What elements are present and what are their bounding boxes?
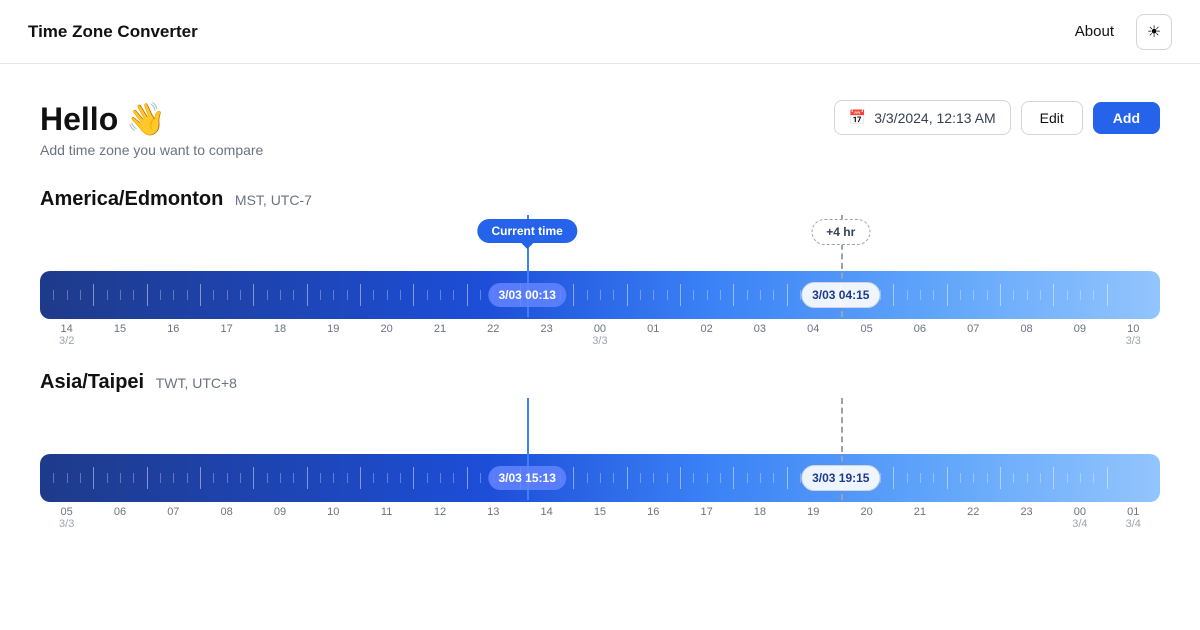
time-label: 22 bbox=[947, 506, 1000, 530]
time-label: 13 bbox=[467, 506, 520, 530]
time-label: 06 bbox=[893, 323, 946, 347]
greeting-text: Hello bbox=[40, 101, 118, 138]
tz-abbr-edmonton: MST, UTC-7 bbox=[235, 192, 312, 208]
time-label: 16 bbox=[147, 323, 200, 347]
main-content: Hello 👋 Add time zone you want to compar… bbox=[0, 64, 1200, 530]
time-label: 143/2 bbox=[40, 323, 93, 347]
edit-button[interactable]: Edit bbox=[1021, 101, 1083, 135]
time-label: 12 bbox=[413, 506, 466, 530]
app-header: Time Zone Converter About ☀ bbox=[0, 0, 1200, 64]
time-label: 10 bbox=[307, 506, 360, 530]
time-label: 103/3 bbox=[1107, 323, 1160, 347]
time-label: 19 bbox=[307, 323, 360, 347]
timezone-sections: America/Edmonton MST, UTC-73/03 00:133/0… bbox=[40, 188, 1160, 530]
datetime-text: 3/3/2024, 12:13 AM bbox=[874, 110, 995, 126]
time-label: 23 bbox=[1000, 506, 1053, 530]
greeting-subtitle: Add time zone you want to compare bbox=[40, 142, 263, 158]
tz-name-edmonton: America/Edmonton MST, UTC-7 bbox=[40, 188, 1160, 211]
tz-time-labels-edmonton: 143/2151617181920212223003/3010203040506… bbox=[40, 323, 1160, 347]
time-label: 09 bbox=[1053, 323, 1106, 347]
time-label: 18 bbox=[733, 506, 786, 530]
app-title: Time Zone Converter bbox=[28, 22, 198, 42]
time-label: 053/3 bbox=[40, 506, 93, 530]
tz-time-labels-taipei: 053/306070809101112131415161718192021222… bbox=[40, 506, 1160, 530]
tz-hover-bubble-edmonton: 3/03 04:15 bbox=[801, 282, 880, 308]
hello-left: Hello 👋 Add time zone you want to compar… bbox=[40, 100, 263, 158]
sun-icon: ☀ bbox=[1147, 22, 1161, 42]
time-label: 013/4 bbox=[1107, 506, 1160, 530]
tz-name-taipei: Asia/Taipei TWT, UTC+8 bbox=[40, 371, 1160, 394]
time-label: 21 bbox=[893, 506, 946, 530]
time-label: 19 bbox=[787, 506, 840, 530]
tz-bar-taipei[interactable]: 3/03 15:13 3/03 19:15 bbox=[40, 454, 1160, 502]
greeting-emoji: 👋 bbox=[126, 100, 166, 138]
hello-row: Hello 👋 Add time zone you want to compar… bbox=[40, 100, 1160, 158]
time-label: 02 bbox=[680, 323, 733, 347]
time-label: 01 bbox=[627, 323, 680, 347]
time-label: 03 bbox=[733, 323, 786, 347]
time-label: 22 bbox=[467, 323, 520, 347]
time-label: 11 bbox=[360, 506, 413, 530]
time-label: 17 bbox=[680, 506, 733, 530]
theme-toggle-button[interactable]: ☀ bbox=[1136, 14, 1172, 50]
header-actions: About ☀ bbox=[1065, 14, 1172, 50]
time-label: 04 bbox=[787, 323, 840, 347]
time-label: 003/3 bbox=[573, 323, 626, 347]
tz-hover-bubble-taipei: 3/03 19:15 bbox=[801, 465, 880, 491]
tz-timeline-wrapper-taipei[interactable]: 3/03 15:133/03 19:15053/3060708091011121… bbox=[40, 398, 1160, 530]
time-label: 15 bbox=[93, 323, 146, 347]
datetime-badge: 📅 3/3/2024, 12:13 AM bbox=[834, 100, 1011, 135]
hello-right: 📅 3/3/2024, 12:13 AM Edit Add bbox=[834, 100, 1160, 135]
tz-abbr-taipei: TWT, UTC+8 bbox=[156, 375, 237, 391]
time-label: 15 bbox=[573, 506, 626, 530]
tz-current-bubble-taipei: 3/03 15:13 bbox=[488, 466, 565, 490]
current-time-label: Current time bbox=[478, 219, 577, 243]
time-label: 18 bbox=[253, 323, 306, 347]
time-label: 07 bbox=[947, 323, 1000, 347]
time-label: 21 bbox=[413, 323, 466, 347]
about-button[interactable]: About bbox=[1065, 17, 1124, 46]
time-label: 08 bbox=[200, 506, 253, 530]
calendar-icon: 📅 bbox=[849, 109, 866, 126]
tz-section-edmonton: America/Edmonton MST, UTC-73/03 00:133/0… bbox=[40, 188, 1160, 347]
tz-bar-edmonton[interactable]: 3/03 00:13 3/03 04:15 bbox=[40, 271, 1160, 319]
time-label: 20 bbox=[360, 323, 413, 347]
greeting-title: Hello 👋 bbox=[40, 100, 263, 138]
time-label: 17 bbox=[200, 323, 253, 347]
time-label: 14 bbox=[520, 506, 573, 530]
offset-label: +4 hr bbox=[811, 219, 870, 245]
tz-section-taipei: Asia/Taipei TWT, UTC+8 3/03 15:13 3/03 19:… bbox=[40, 371, 1160, 530]
time-label: 20 bbox=[840, 506, 893, 530]
time-label: 003/4 bbox=[1053, 506, 1106, 530]
tz-current-bubble-edmonton: 3/03 00:13 bbox=[488, 283, 565, 307]
add-button[interactable]: Add bbox=[1093, 102, 1160, 134]
time-label: 05 bbox=[840, 323, 893, 347]
tz-timeline-wrapper-edmonton[interactable]: 3/03 00:133/03 04:15143/2151617181920212… bbox=[40, 215, 1160, 347]
time-label: 16 bbox=[627, 506, 680, 530]
time-label: 08 bbox=[1000, 323, 1053, 347]
time-label: 07 bbox=[147, 506, 200, 530]
time-label: 23 bbox=[520, 323, 573, 347]
time-label: 09 bbox=[253, 506, 306, 530]
time-label: 06 bbox=[93, 506, 146, 530]
